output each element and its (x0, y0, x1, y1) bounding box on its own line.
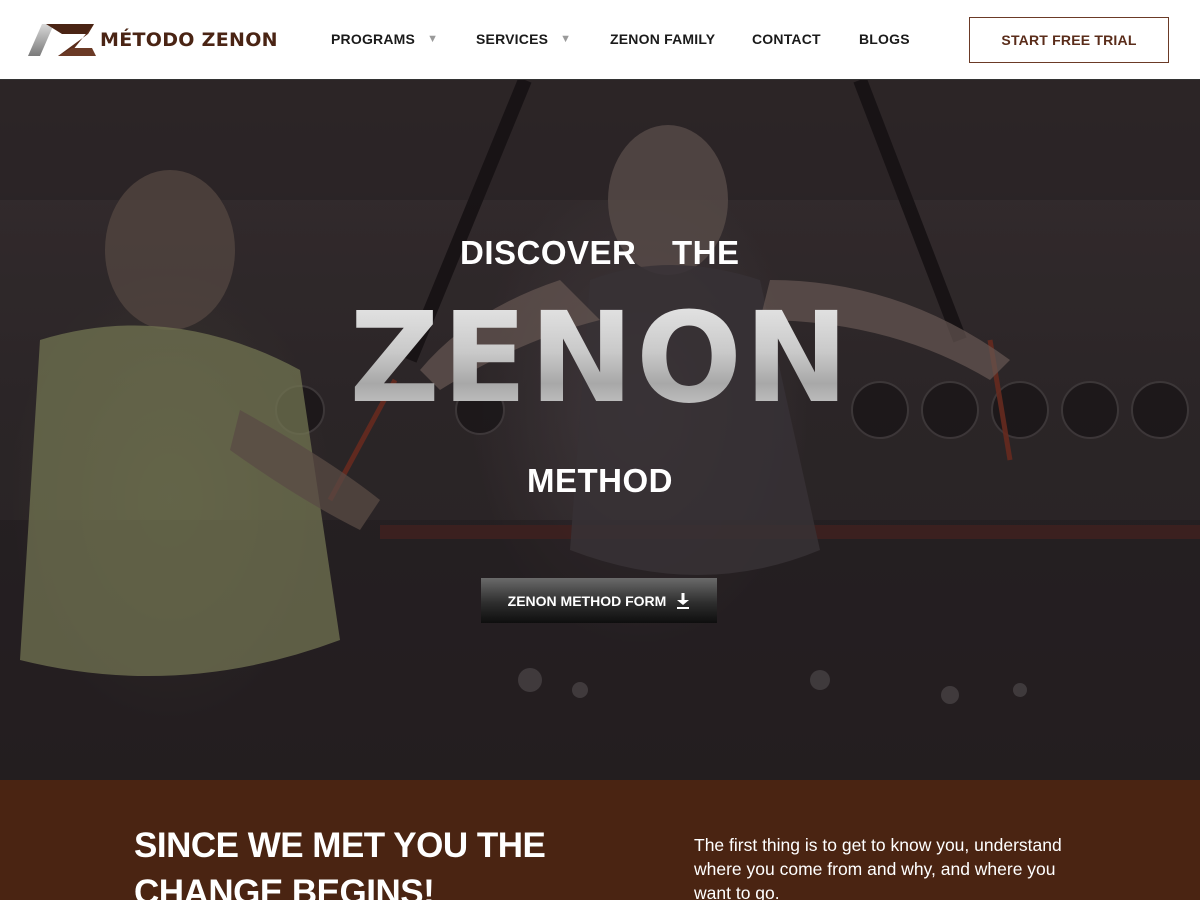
brand-name: MÉTODO ZENON (100, 29, 278, 51)
intro-title: SINCE WE MET YOU THE CHANGE BEGINS! (134, 826, 546, 900)
nav-item-zenon-family[interactable]: ZENON FAMILY (610, 31, 715, 47)
download-icon (677, 592, 690, 609)
brand-logo[interactable]: MÉTODO ZENON (28, 20, 278, 60)
nav-item-programs[interactable]: PROGRAMS ▼ (331, 31, 438, 47)
hero-headline: ZENON (0, 296, 1200, 421)
zenon-method-form-button[interactable]: ZENON METHOD FORM (481, 578, 717, 623)
nav-item-label: SERVICES (476, 31, 549, 47)
nav-item-label: ZENON FAMILY (610, 31, 716, 47)
chevron-down-icon: ▼ (560, 33, 572, 45)
form-button-label: ZENON METHOD FORM (507, 592, 667, 609)
hero-word-discover: DISCOVER (460, 234, 637, 271)
zenon-logo-icon (28, 24, 96, 56)
nav-item-label: BLOGS (859, 31, 910, 47)
hero-section: DISCOVER THE ZENON METHOD ZENON METHOD F… (0, 80, 1200, 780)
start-free-trial-button[interactable]: START FREE TRIAL (969, 17, 1169, 63)
chevron-down-icon: ▼ (427, 33, 439, 45)
hero-word-the: THE (672, 234, 740, 271)
site-header: MÉTODO ZENON PROGRAMS ▼ SERVICES ▼ ZENON… (0, 0, 1200, 80)
nav-item-contact[interactable]: CONTACT (752, 31, 821, 47)
intro-section: SINCE WE MET YOU THE CHANGE BEGINS! The … (0, 780, 1200, 900)
hero-word-method: METHOD (527, 462, 673, 499)
nav-item-blogs[interactable]: BLOGS (859, 31, 910, 47)
nav-item-label: CONTACT (752, 31, 821, 47)
intro-text: The first thing is to get to know you, u… (694, 835, 1062, 900)
nav-item-services[interactable]: SERVICES ▼ (476, 31, 571, 47)
nav-item-label: PROGRAMS (331, 31, 416, 47)
